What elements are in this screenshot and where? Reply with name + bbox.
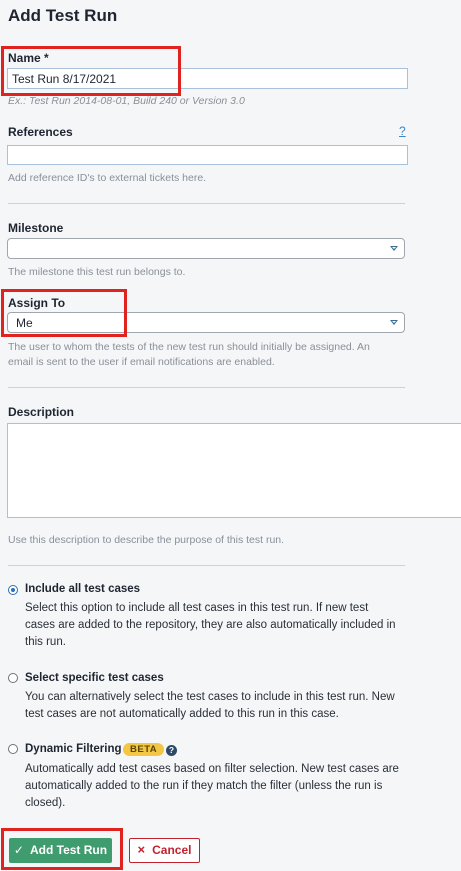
highlight-box-name — [1, 46, 181, 96]
milestone-hint: The milestone this test run belongs to. — [8, 266, 186, 278]
option-include-all-desc-2: cases are added to the repository, they … — [25, 619, 396, 631]
divider — [8, 203, 405, 204]
radio-dynamic-filtering[interactable] — [8, 744, 18, 754]
description-textarea[interactable] — [7, 423, 461, 518]
radio-select-specific[interactable] — [8, 673, 18, 683]
option-dynamic-filtering-desc-2: automatically added to the run if they m… — [25, 780, 383, 792]
beta-badge: BETA — [123, 743, 165, 756]
divider — [8, 565, 405, 566]
references-label: References — [8, 125, 73, 139]
option-select-specific-title: Select specific test cases — [25, 672, 164, 684]
option-select-specific-desc-1: You can alternatively select the test ca… — [25, 691, 395, 703]
chevron-down-icon — [390, 320, 398, 325]
option-include-all-desc-3: this run. — [25, 636, 66, 648]
chevron-down-icon — [390, 246, 398, 251]
highlight-box-assign-to — [1, 289, 127, 337]
description-label: Description — [8, 405, 75, 419]
references-hint: Add reference ID's to external tickets h… — [8, 172, 207, 184]
page-title: Add Test Run — [8, 6, 118, 25]
close-icon: × — [137, 842, 146, 857]
cancel-button-label: Cancel — [152, 843, 192, 857]
option-dynamic-filtering-desc-1: Automatically add test cases based on fi… — [25, 763, 399, 775]
option-dynamic-filtering-desc-3: closed). — [25, 797, 66, 809]
option-dynamic-filtering-title: Dynamic Filtering — [25, 743, 122, 755]
references-help-link[interactable]: ? — [399, 124, 406, 138]
references-input[interactable] — [7, 145, 408, 165]
milestone-select[interactable] — [7, 238, 405, 259]
help-icon[interactable]: ? — [166, 745, 177, 756]
milestone-label: Milestone — [8, 221, 64, 235]
description-hint: Use this description to describe the pur… — [8, 534, 285, 546]
option-select-specific-desc-2: test cases are not automatically added t… — [25, 708, 339, 720]
cancel-button[interactable]: × Cancel — [129, 838, 200, 863]
highlight-box-submit — [1, 828, 123, 870]
assign-to-hint-line-2: email is sent to the user if email notif… — [8, 356, 275, 368]
divider — [8, 387, 405, 388]
option-include-all-title: Include all test cases — [25, 583, 141, 595]
option-include-all-desc-1: Select this option to include all test c… — [25, 602, 369, 614]
radio-include-all[interactable] — [8, 585, 18, 595]
assign-to-hint-line-1: The user to whom the tests of the new te… — [8, 341, 370, 353]
